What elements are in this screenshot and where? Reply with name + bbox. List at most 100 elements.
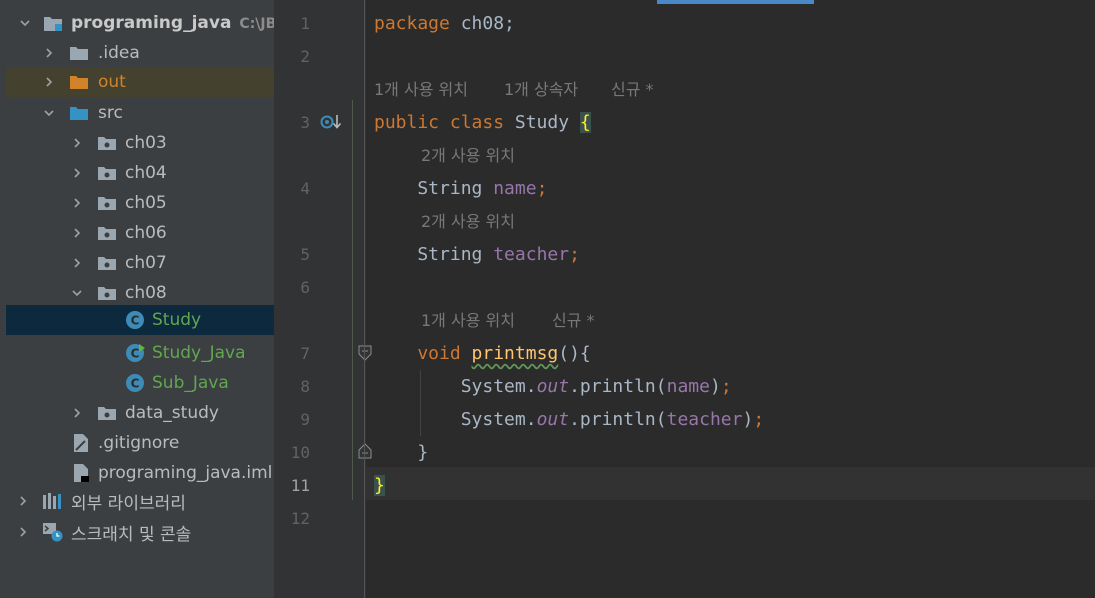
chevron-right-icon[interactable]: [16, 494, 30, 508]
code-line-9[interactable]: System.out.println(teacher);: [374, 403, 764, 436]
line-number: 8: [300, 377, 310, 396]
package-icon: [96, 193, 118, 213]
line-number: 3: [300, 113, 310, 132]
tree-item-ch05[interactable]: ch05: [6, 188, 274, 218]
module-folder-icon: [42, 13, 64, 33]
new-hint[interactable]: 신규 *: [552, 304, 595, 337]
usages-hint[interactable]: 1개 사용 위치: [421, 304, 515, 337]
chevron-right-icon[interactable]: [70, 406, 84, 420]
tree-item-label: out: [98, 72, 126, 92]
tree-item-label: Sub_Java: [152, 373, 229, 393]
chevron-down-icon[interactable]: [42, 106, 56, 120]
tree-item-label: ch08: [125, 283, 167, 303]
chevron-right-icon[interactable]: [70, 166, 84, 180]
package-icon: [96, 403, 118, 423]
chevron-right-icon[interactable]: [16, 525, 30, 539]
code-line-5[interactable]: String teacher;: [374, 238, 580, 271]
iml-file-icon: [70, 463, 92, 483]
java-class-icon: C: [124, 310, 146, 330]
method-name: printmsg: [471, 343, 559, 364]
tree-item-ch04[interactable]: ch04: [6, 158, 274, 188]
package-icon: [96, 223, 118, 243]
field-name: name: [666, 376, 710, 397]
tree-item-sub-java[interactable]: C Sub_Java: [6, 368, 274, 398]
static-field: out: [536, 376, 570, 397]
code-text: ): [709, 376, 721, 397]
code-line-1[interactable]: package ch08;: [374, 7, 515, 40]
tree-item-external-libraries[interactable]: 외부 라이브러리: [6, 486, 274, 516]
tree-item-label: 외부 라이브러리: [71, 493, 186, 514]
has-subclass-gutter-icon[interactable]: [320, 112, 344, 136]
chevron-right-icon[interactable]: [70, 196, 84, 210]
chevron-right-icon[interactable]: [42, 75, 56, 89]
tree-item-scratches[interactable]: 스크래치 및 콘솔: [6, 517, 274, 547]
chevron-right-icon[interactable]: [70, 226, 84, 240]
tree-item-label: ch05: [125, 193, 167, 213]
field-name: name: [493, 178, 537, 199]
tree-item-study[interactable]: C Study: [6, 305, 274, 335]
tree-item-out[interactable]: out: [6, 67, 274, 97]
code-text: }: [374, 442, 429, 463]
new-hint[interactable]: 신규 *: [611, 73, 654, 106]
tree-item-root[interactable]: programing_java C:\JB...: [6, 8, 274, 38]
fold-end-marker-icon[interactable]: [358, 443, 372, 463]
field-name: teacher: [666, 409, 743, 430]
tree-item-label: 스크래치 및 콘솔: [71, 524, 192, 545]
tree-item-data-study[interactable]: data_study: [6, 398, 274, 428]
fold-marker-icon[interactable]: [358, 345, 372, 365]
usages-hint[interactable]: 1개 사용 위치: [374, 73, 468, 106]
package-icon: [96, 133, 118, 153]
type-name: String: [374, 244, 494, 265]
tree-item-iml[interactable]: programing_java.iml: [6, 458, 274, 488]
chevron-down-icon[interactable]: [18, 16, 32, 30]
package-icon: [96, 163, 118, 183]
code-line-10[interactable]: }: [374, 436, 428, 469]
code-text: System.: [374, 376, 537, 397]
chevron-right-icon[interactable]: [70, 256, 84, 270]
code-line-8[interactable]: System.out.println(name);: [374, 370, 732, 403]
line-number: 1: [300, 14, 310, 33]
code-line-7[interactable]: void printmsg(){: [374, 337, 591, 370]
project-path-hint: C:\JB...: [239, 16, 274, 32]
tree-item-ch08[interactable]: ch08: [6, 278, 274, 308]
tree-item-ch06[interactable]: ch06: [6, 218, 274, 248]
line-number: 9: [300, 410, 310, 429]
tree-item-label: Study_Java: [152, 343, 246, 363]
code-line-4[interactable]: String name;: [374, 172, 547, 205]
chevron-right-icon[interactable]: [42, 46, 56, 60]
package-icon: [96, 283, 118, 303]
line-number: 12: [290, 509, 310, 528]
tree-item-label: .idea: [98, 43, 140, 63]
code-line-3[interactable]: public class Study {: [374, 106, 591, 139]
line-number: 2: [300, 47, 310, 66]
tree-item-label: data_study: [125, 403, 219, 423]
chevron-right-icon[interactable]: [70, 136, 84, 150]
excluded-folder-icon: [68, 72, 90, 92]
usages-hint[interactable]: 2개 사용 위치: [421, 139, 515, 172]
keyword: package: [374, 13, 450, 34]
tree-item-ch07[interactable]: ch07: [6, 248, 274, 278]
editor-tab-indicator: [657, 0, 814, 4]
code-text: .println(: [569, 376, 667, 397]
tree-item-gitignore[interactable]: .gitignore: [6, 428, 274, 458]
source-folder-icon: [68, 103, 90, 123]
line-number-current: 11: [290, 476, 310, 495]
tree-item-label: src: [98, 103, 123, 123]
usages-hint[interactable]: 2개 사용 위치: [421, 205, 515, 238]
line-number: 10: [290, 443, 310, 462]
tree-item-label: ch06: [125, 223, 167, 243]
library-icon: [42, 491, 64, 511]
project-name: programing_java: [71, 13, 232, 33]
code-text: (){: [558, 343, 591, 364]
chevron-down-icon[interactable]: [70, 286, 84, 300]
code-line-11[interactable]: }: [374, 469, 385, 502]
code-editor[interactable]: 1 2 3 4 5 6 7 8 9 10 11 12 package ch08;…: [274, 0, 1095, 598]
tree-item-study-java[interactable]: C Study_Java: [6, 338, 274, 368]
tree-item-ch03[interactable]: ch03: [6, 128, 274, 158]
folder-icon: [68, 43, 90, 63]
tree-item-src[interactable]: src: [6, 98, 274, 128]
tree-item-label: ch03: [125, 133, 167, 153]
inheritors-hint[interactable]: 1개 상속자: [504, 73, 578, 106]
tree-item-idea[interactable]: .idea: [6, 38, 274, 68]
code-text: ): [742, 409, 754, 430]
